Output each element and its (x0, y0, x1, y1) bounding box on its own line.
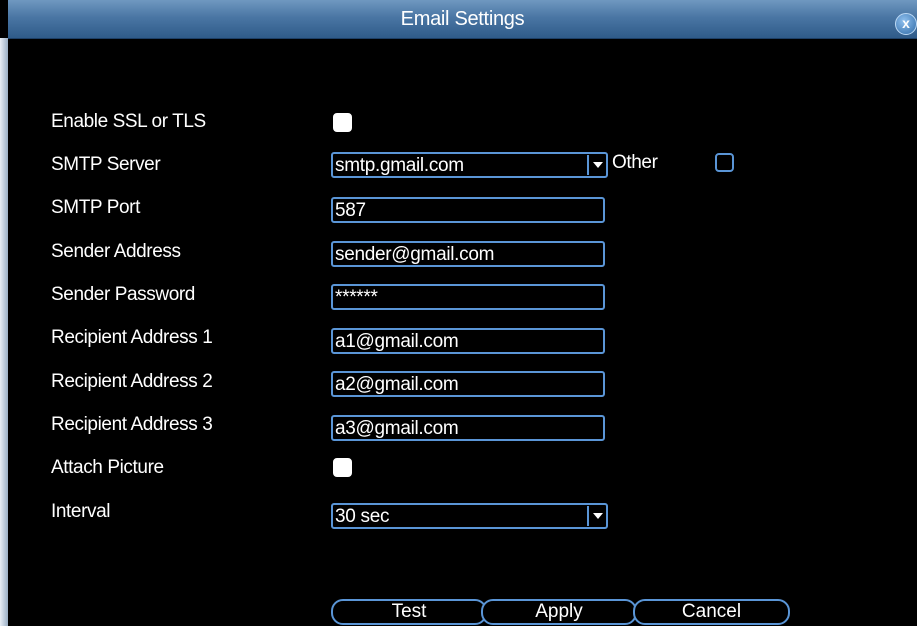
smtp-server-value: smtp.gmail.com (335, 155, 464, 176)
title-bar: Email Settings x (8, 0, 917, 39)
interval-label: Interval (51, 501, 111, 522)
ssl-label: Enable SSL or TLS (51, 111, 206, 132)
window-title: Email Settings (400, 8, 525, 30)
ssl-checkbox[interactable] (333, 113, 352, 132)
smtp-port-label: SMTP Port (51, 197, 140, 218)
recipient-1-input[interactable]: a1@gmail.com (331, 328, 605, 354)
close-button[interactable]: x (895, 13, 917, 35)
smtp-server-label: SMTP Server (51, 154, 161, 175)
sender-password-label: Sender Password (51, 284, 195, 305)
chevron-down-icon[interactable] (587, 506, 605, 526)
smtp-server-select[interactable]: smtp.gmail.com (331, 152, 608, 178)
test-button[interactable]: Test (331, 599, 487, 625)
recipient-3-input[interactable]: a3@gmail.com (331, 415, 605, 441)
other-label: Other (612, 152, 658, 173)
sender-address-input[interactable]: sender@gmail.com (331, 241, 605, 267)
attach-picture-label: Attach Picture (51, 457, 164, 478)
apply-button[interactable]: Apply (481, 599, 637, 625)
recipient-2-label: Recipient Address 2 (51, 371, 213, 392)
other-checkbox[interactable] (715, 153, 734, 172)
sender-address-label: Sender Address (51, 241, 181, 262)
chevron-down-icon[interactable] (587, 155, 605, 175)
window-edge (0, 38, 8, 626)
interval-value: 30 sec (335, 506, 390, 527)
recipient-2-input[interactable]: a2@gmail.com (331, 371, 605, 397)
interval-select[interactable]: 30 sec (331, 503, 608, 529)
recipient-3-label: Recipient Address 3 (51, 414, 213, 435)
attach-picture-checkbox[interactable] (333, 458, 352, 477)
smtp-port-input[interactable]: 587 (331, 197, 605, 223)
sender-password-input[interactable]: ****** (331, 284, 605, 310)
recipient-1-label: Recipient Address 1 (51, 327, 213, 348)
cancel-button[interactable]: Cancel (633, 599, 790, 625)
